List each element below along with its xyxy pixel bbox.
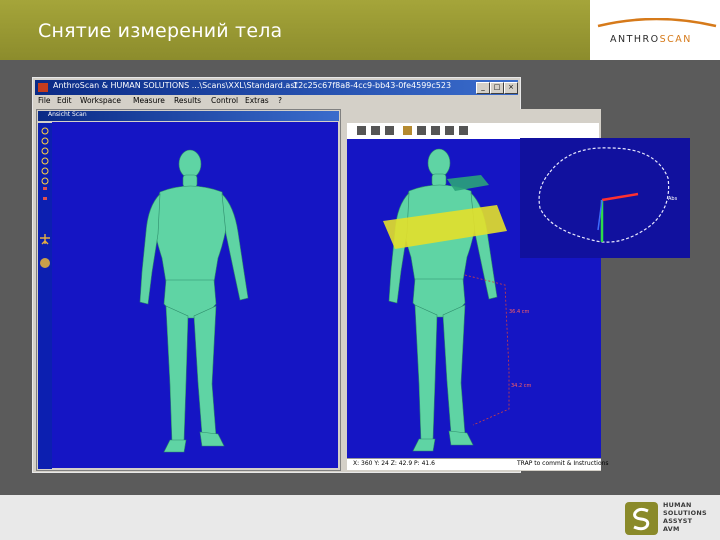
slide-title: Снятие измерений тела	[38, 20, 283, 42]
window-app-icon	[38, 83, 48, 92]
measure-lines	[464, 274, 510, 426]
toolbar-icons[interactable]	[403, 126, 412, 135]
hs-logo-icon	[625, 502, 658, 535]
menu-bar: File Edit Workspace Measure Results Cont…	[35, 96, 518, 107]
status-hint: TRAP to commit & Instructions	[517, 460, 609, 467]
left-view-title: Ansicht Scan	[48, 111, 87, 118]
sphere-icon[interactable]	[39, 257, 51, 269]
maximize-icon[interactable]: □	[490, 82, 504, 94]
menu-results[interactable]: Results	[174, 96, 201, 105]
menu-file[interactable]: File	[38, 96, 51, 105]
left-view-pane: Ansicht Scan	[36, 109, 341, 471]
toolbar-icons[interactable]	[357, 126, 366, 135]
hs-line-2: SOLUTIONS	[663, 509, 707, 517]
close-icon[interactable]: ×	[504, 82, 518, 94]
toolbar-icons[interactable]	[371, 126, 380, 135]
measure-label-2: 34.2 cm	[511, 383, 532, 389]
left-view-title-bar: Ansicht Scan	[38, 111, 339, 121]
status-bar: X: 360 Y: 24 Z: 42.9 P: 41.6 TRAP to com…	[347, 458, 609, 470]
status-coordinates: X: 360 Y: 24 Z: 42.9 P: 41.6	[353, 460, 435, 467]
slide-header: Снятие измерений тела ANTHROSCAN	[0, 0, 720, 60]
app-title-right: 12c25c67f8a8-4cc9-bb43-0fe4599c523	[293, 81, 452, 90]
right-toolbar[interactable]	[347, 123, 599, 139]
hs-line-1: HUMAN	[663, 501, 692, 509]
cross-section-inset: Abs	[520, 138, 690, 258]
toolbar-icons[interactable]	[417, 126, 426, 135]
inset-label: Abs	[668, 196, 678, 202]
cross-section-diagram	[538, 147, 670, 243]
toolbar-icons[interactable]	[385, 126, 394, 135]
app-title-bar: AnthroScan & HUMAN SOLUTIONS ...\Scans\X…	[35, 80, 518, 95]
menu-edit[interactable]: Edit	[57, 96, 72, 105]
toolbar-icons[interactable]	[459, 126, 468, 135]
menu-workspace[interactable]: Workspace	[80, 96, 121, 105]
toolbar-icons[interactable]	[445, 126, 454, 135]
left-3d-viewport[interactable]	[52, 122, 338, 468]
anthroscan-logo: ANTHROSCAN	[592, 0, 720, 60]
menu-control[interactable]: Control	[211, 96, 238, 105]
figure-icon[interactable]	[39, 233, 51, 245]
logo-text: ANTHROSCAN	[610, 34, 692, 45]
body-scan-front	[139, 149, 249, 453]
human-solutions-logo: HUMAN SOLUTIONS ASSYST AVM	[625, 501, 720, 538]
menu-extras[interactable]: Extras	[245, 96, 269, 105]
app-window: AnthroScan & HUMAN SOLUTIONS ...\Scans\X…	[32, 77, 609, 473]
slide-footer	[0, 495, 720, 540]
measure-label-1: 36.4 cm	[509, 309, 530, 315]
title-band: Снятие измерений тела	[0, 0, 590, 60]
menu-help[interactable]: ?	[278, 96, 282, 105]
toolbar-icons[interactable]	[431, 126, 440, 135]
menu-measure[interactable]: Measure	[133, 96, 165, 105]
hs-logo-text: HUMAN SOLUTIONS ASSYST AVM	[663, 501, 707, 533]
hs-line-4: AVM	[663, 525, 680, 533]
hs-line-3: ASSYST	[663, 517, 693, 525]
toolbar-icons[interactable]	[38, 123, 52, 243]
app-title-left: AnthroScan & HUMAN SOLUTIONS ...\Scans\X…	[53, 81, 298, 90]
minimize-icon[interactable]: _	[476, 82, 490, 94]
left-toolbar[interactable]	[38, 123, 52, 469]
